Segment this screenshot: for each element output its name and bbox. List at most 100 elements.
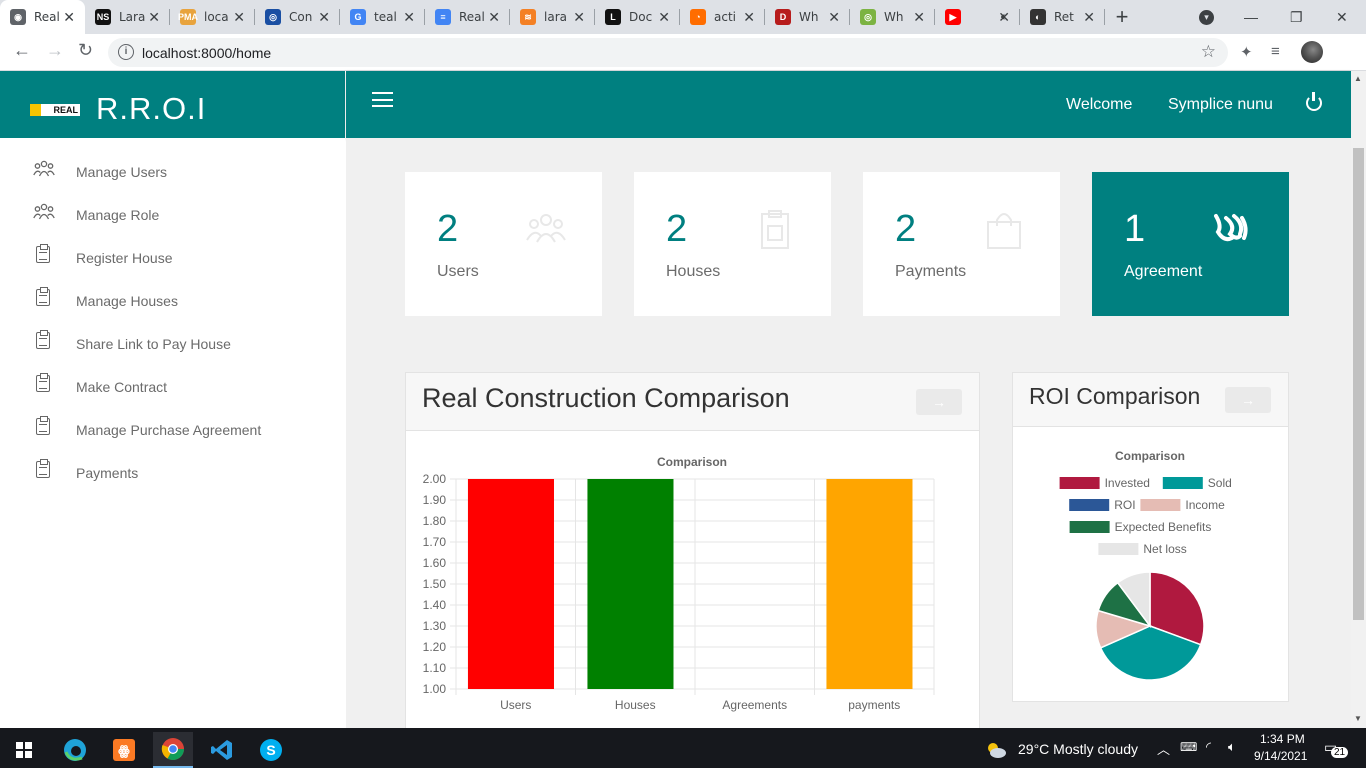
- legend-label: Income: [1185, 498, 1225, 512]
- vscode-icon[interactable]: [202, 732, 242, 768]
- browser-tab[interactable]: Gteal ✕: [340, 0, 425, 34]
- profile-avatar[interactable]: [1301, 41, 1323, 63]
- construction-comparison-panel: Real Construction Comparison → Compariso…: [405, 372, 980, 732]
- browser-tab[interactable]: D Wh ✕: [765, 0, 850, 34]
- edge-icon[interactable]: [55, 732, 95, 768]
- clock-date[interactable]: 9/14/2021: [1254, 749, 1307, 763]
- roi-comparison-panel: ROI Comparison → Comparison Invested Sold R…: [1012, 372, 1289, 702]
- extensions-icon[interactable]: ✦: [1240, 43, 1253, 61]
- notification-count-badge: 21: [1331, 747, 1349, 758]
- tab-close-icon[interactable]: ✕: [913, 9, 925, 26]
- weather-cloud-icon[interactable]: [984, 732, 1008, 768]
- weather-text[interactable]: 29°C Mostly cloudy: [1018, 741, 1138, 757]
- logout-power-icon[interactable]: [1306, 92, 1322, 111]
- browser-tab[interactable]: ◎ Con ✕: [255, 0, 340, 34]
- tab-close-icon[interactable]: ✕: [998, 9, 1010, 26]
- new-tab-button[interactable]: +: [1105, 0, 1139, 34]
- stat-value: 2: [895, 208, 917, 250]
- browser-tab[interactable]: ≋ lara ✕: [510, 0, 595, 34]
- tab-close-icon[interactable]: ✕: [63, 9, 75, 26]
- back-icon[interactable]: ←: [13, 40, 31, 61]
- minimize-window-icon[interactable]: —: [1244, 0, 1258, 34]
- bar-chart: Comparison 2.00 1.90 1.80 1.70 1.60 1.50 1.40 1.…: [423, 455, 935, 712]
- browser-tab[interactable]: ≡ Real ✕: [425, 0, 510, 34]
- y-tick-label: 1.90: [423, 493, 447, 507]
- browser-tab[interactable]: ◉ Real ✕: [0, 0, 85, 34]
- show-hidden-icons-icon[interactable]: ︿: [1157, 739, 1170, 758]
- legend-swatch: [1059, 477, 1100, 489]
- tab-favicon-icon: ◉: [10, 9, 26, 25]
- sidebar-item[interactable]: Manage Role: [0, 199, 345, 229]
- tab-close-icon[interactable]: ✕: [743, 9, 755, 26]
- legend-label: ROI: [1114, 498, 1135, 512]
- sidebar-item[interactable]: Payments: [0, 457, 345, 487]
- site-info-icon[interactable]: i: [118, 44, 134, 60]
- svg-text:S: S: [266, 742, 275, 758]
- tab-close-icon[interactable]: ✕: [148, 9, 160, 26]
- sidebar-item[interactable]: Manage Houses: [0, 285, 345, 315]
- legend-label: Net loss: [1143, 542, 1186, 556]
- brand-name[interactable]: R.R.O.I: [96, 91, 206, 127]
- browser-tab[interactable]: ◐ Ret ✕: [1020, 0, 1105, 34]
- tab-close-icon[interactable]: ✕: [318, 9, 330, 26]
- sidebar-item[interactable]: Share Link to Pay House: [0, 328, 345, 358]
- reload-icon[interactable]: ↻: [78, 40, 93, 61]
- stat-card-users[interactable]: 2 Users: [405, 172, 602, 316]
- panel-expand-button[interactable]: →: [916, 389, 962, 415]
- url-field[interactable]: i localhost:8000/home ☆: [108, 38, 1228, 67]
- clipboard-icon: [36, 416, 50, 435]
- browser-tab[interactable]: NS Lara ✕: [85, 0, 170, 34]
- stat-label: Users: [437, 263, 479, 280]
- scroll-down-icon[interactable]: ▼: [1354, 714, 1362, 723]
- restore-window-icon[interactable]: ❐: [1290, 0, 1303, 34]
- browser-tab[interactable]: ▶ 🔈︎ ✕: [935, 0, 1020, 34]
- tab-favicon-icon: PMA: [178, 9, 198, 25]
- user-name[interactable]: Symplice nunu: [1168, 96, 1273, 114]
- bar-users: [467, 479, 554, 689]
- skype-icon[interactable]: S: [251, 732, 291, 768]
- browser-tab[interactable]: L Doc ✕: [595, 0, 680, 34]
- panel-expand-button[interactable]: →: [1225, 387, 1271, 413]
- tab-close-icon[interactable]: ✕: [233, 9, 245, 26]
- volume-icon[interactable]: 🔈︎: [1228, 739, 1236, 755]
- scroll-thumb[interactable]: [1353, 148, 1364, 620]
- windows-start-icon[interactable]: [4, 732, 44, 768]
- tab-title: Wh: [884, 10, 904, 24]
- tab-close-icon[interactable]: ✕: [1083, 9, 1095, 26]
- clipboard-icon: [36, 459, 50, 478]
- sidebar-item[interactable]: Manage Users: [0, 156, 345, 186]
- xampp-icon[interactable]: ꙮ: [104, 732, 144, 768]
- tab-close-icon[interactable]: ✕: [828, 9, 840, 26]
- page-scrollbar[interactable]: ▲ ▼: [1351, 71, 1366, 728]
- tab-close-icon[interactable]: ✕: [403, 9, 415, 26]
- tab-close-icon[interactable]: ✕: [488, 9, 500, 26]
- menu-toggle-icon[interactable]: [372, 92, 393, 107]
- x-tick-label: payments: [848, 698, 900, 712]
- forward-icon[interactable]: →: [46, 40, 64, 61]
- sidebar-item[interactable]: Manage Purchase Agreement: [0, 414, 345, 444]
- stat-card-agreement[interactable]: 1 Agreement: [1092, 172, 1289, 316]
- sidebar-item[interactable]: Register House: [0, 242, 345, 272]
- sidebar-item-label: Manage Purchase Agreement: [76, 422, 262, 438]
- tab-title: Lara: [119, 10, 145, 24]
- clock-time[interactable]: 1:34 PM: [1260, 732, 1305, 746]
- y-tick-label: 1.60: [423, 556, 447, 570]
- tab-search-icon[interactable]: ▾: [1199, 0, 1214, 34]
- browser-tab[interactable]: PMA loca ✕: [170, 0, 255, 34]
- chrome-icon[interactable]: [153, 732, 193, 768]
- y-tick-label: 1.30: [423, 619, 447, 633]
- bookmark-star-icon[interactable]: ☆: [1201, 42, 1216, 62]
- tab-close-icon[interactable]: ✕: [658, 9, 670, 26]
- scroll-up-icon[interactable]: ▲: [1354, 74, 1362, 83]
- legend-swatch: [1098, 543, 1139, 555]
- close-window-icon[interactable]: ✕: [1336, 0, 1348, 34]
- stat-card-payments[interactable]: 2 Payments: [863, 172, 1060, 316]
- stat-card-houses[interactable]: 2 Houses: [634, 172, 831, 316]
- browser-tab[interactable]: ◔ acti ✕: [680, 0, 765, 34]
- sidebar-item[interactable]: Make Contract: [0, 371, 345, 401]
- keyboard-ime-icon[interactable]: ⌨: [1180, 740, 1197, 754]
- reading-list-icon[interactable]: ≡: [1271, 43, 1280, 60]
- browser-tab[interactable]: ◎ Wh ✕: [850, 0, 935, 34]
- tab-close-icon[interactable]: ✕: [573, 9, 585, 26]
- wifi-icon[interactable]: ◜: [1206, 739, 1211, 755]
